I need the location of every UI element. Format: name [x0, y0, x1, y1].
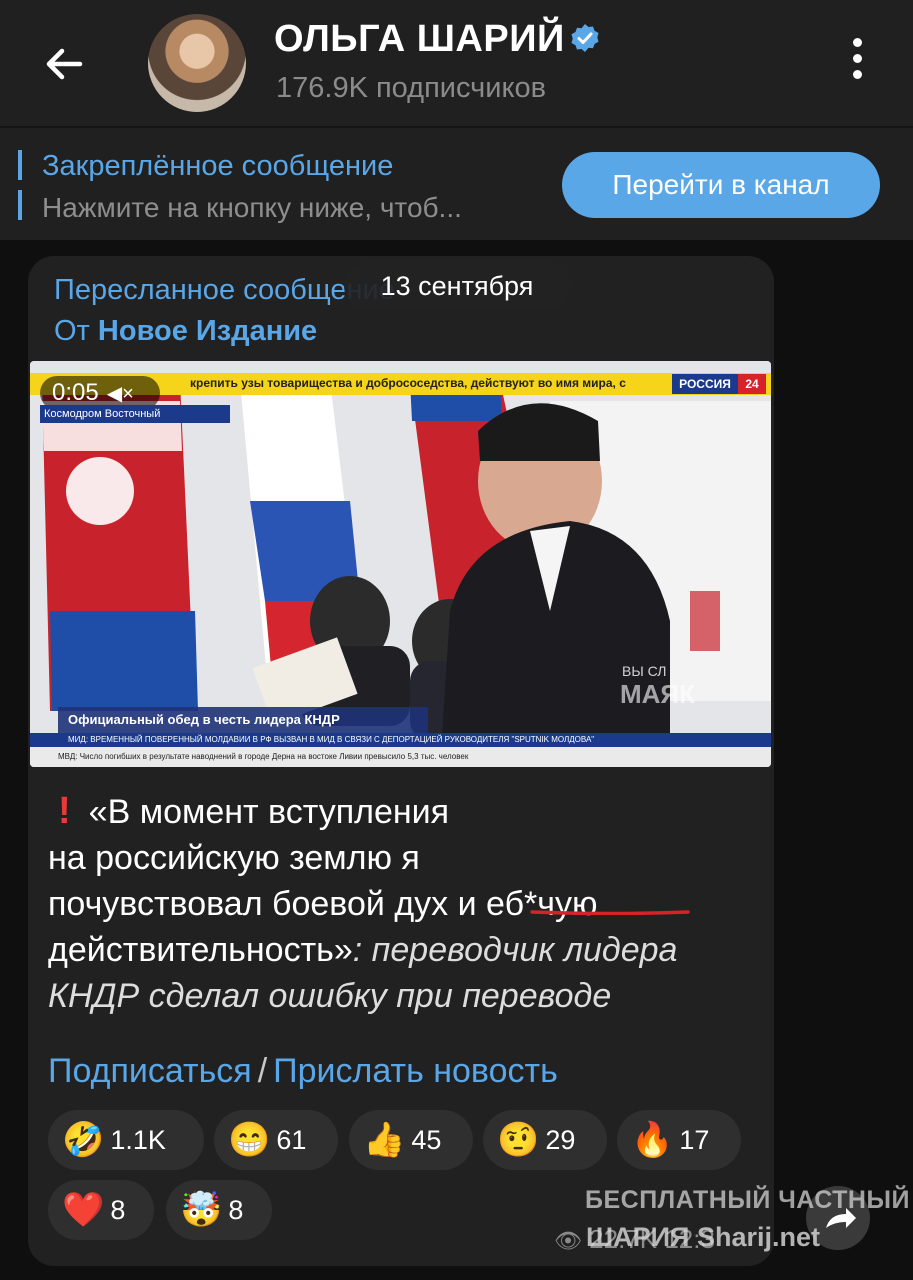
send-news-link[interactable]: Прислать новость: [273, 1052, 558, 1090]
post-links: Подписаться / Прислать новость: [48, 1052, 558, 1091]
reaction-grin[interactable]: 😁 61: [214, 1110, 338, 1170]
subscribe-link[interactable]: Подписаться: [48, 1052, 252, 1090]
reaction-raised-eyebrow[interactable]: 🤨 29: [483, 1110, 607, 1170]
pinned-title: Закреплённое сообщение: [42, 150, 394, 182]
subscriber-count: 176.9K подписчиков: [276, 72, 547, 104]
pinned-indicator: [18, 150, 22, 220]
verified-badge-icon: [571, 23, 599, 52]
go-to-channel-button[interactable]: Перейти в канал: [562, 152, 880, 218]
back-arrow-icon[interactable]: [40, 40, 88, 88]
mind-blown-icon: 🤯: [180, 1191, 223, 1229]
forwarded-from[interactable]: От Новое Издание: [54, 315, 317, 348]
heart-icon: ❤️: [62, 1191, 105, 1229]
fire-icon: 🔥: [631, 1121, 674, 1159]
channel-logo: РОССИЯ: [672, 374, 738, 394]
video-caption: Официальный обед в честь лидера КНДР: [58, 707, 428, 733]
thumbs-up-icon: 👍: [363, 1121, 406, 1159]
svg-text:МАЯК: МАЯК: [620, 679, 695, 709]
video-player[interactable]: ВЫ СЛ МАЯК крепить узы товарищества и до…: [30, 361, 771, 767]
exclamation-icon: !: [58, 790, 71, 832]
channel-title[interactable]: ОЛЬГА ШАРИЙ: [274, 18, 601, 61]
channel-name: ОЛЬГА ШАРИЙ: [274, 18, 565, 60]
raised-eyebrow-icon: 🤨: [497, 1121, 540, 1159]
rofl-icon: 🤣: [62, 1121, 105, 1159]
watermark-line-2: ШАРИЯ Sharij.net: [586, 1222, 820, 1252]
video-ticker-1: МИД: ВРЕМЕННЫЙ ПОВЕРЕННЫЙ МОЛДАВИИ В РФ …: [30, 733, 771, 747]
reaction-fire[interactable]: 🔥 17: [617, 1110, 741, 1170]
reaction-rofl[interactable]: 🤣 1.1K: [48, 1110, 204, 1170]
message-text: ! «В момент вступления на российскую земл…: [48, 790, 678, 1015]
chat-header: ОЛЬГА ШАРИЙ 176.9K подписчиков: [0, 0, 913, 126]
pinned-preview: Нажмите на кнопку ниже, чтоб...: [42, 192, 462, 223]
muted-speaker-icon: ◀×: [106, 382, 134, 405]
forwarded-from-prefix: От: [54, 315, 90, 347]
views-eye-icon: 👁: [554, 1228, 582, 1253]
svg-text:ВЫ СЛ: ВЫ СЛ: [622, 663, 666, 679]
channel-avatar[interactable]: [148, 14, 246, 112]
video-location-tag: Космодром Восточный: [40, 405, 230, 423]
more-menu-icon[interactable]: [844, 38, 870, 88]
reaction-heart[interactable]: ❤️ 8: [48, 1180, 154, 1240]
grin-icon: 😁: [228, 1121, 271, 1159]
reaction-thumbs-up[interactable]: 👍 45: [349, 1110, 473, 1170]
channel-logo-number: 24: [738, 374, 766, 394]
links-separator: /: [257, 1052, 268, 1090]
reaction-mind-blown[interactable]: 🤯 8: [166, 1180, 272, 1240]
date-pill: 13 сентября: [344, 262, 570, 310]
video-ticker-2: МВД: Число погибших в результате наводне…: [30, 747, 771, 767]
pinned-message-bar[interactable]: Закреплённое сообщение Нажмите на кнопку…: [0, 126, 913, 240]
forwarded-from-name[interactable]: Новое Издание: [98, 315, 317, 347]
red-underline-mark: [530, 910, 690, 915]
watermark-line-1: БЕСПЛАТНЫЙ ЧАСТНЫЙ: [585, 1186, 910, 1214]
